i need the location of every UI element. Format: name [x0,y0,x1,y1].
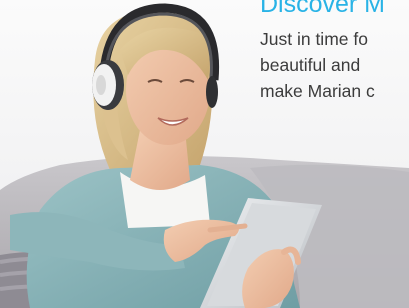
promo-body-line-1: Just in time fo [260,29,368,49]
promo-body-line-2: beautiful and [260,55,361,75]
promo-copy: Discover M Just in time fo beautiful and… [260,0,409,104]
promo-banner: Discover M Just in time fo beautiful and… [0,0,409,308]
promo-body-line-3: make Marian c [260,81,375,101]
promo-headline: Discover M [260,0,386,18]
